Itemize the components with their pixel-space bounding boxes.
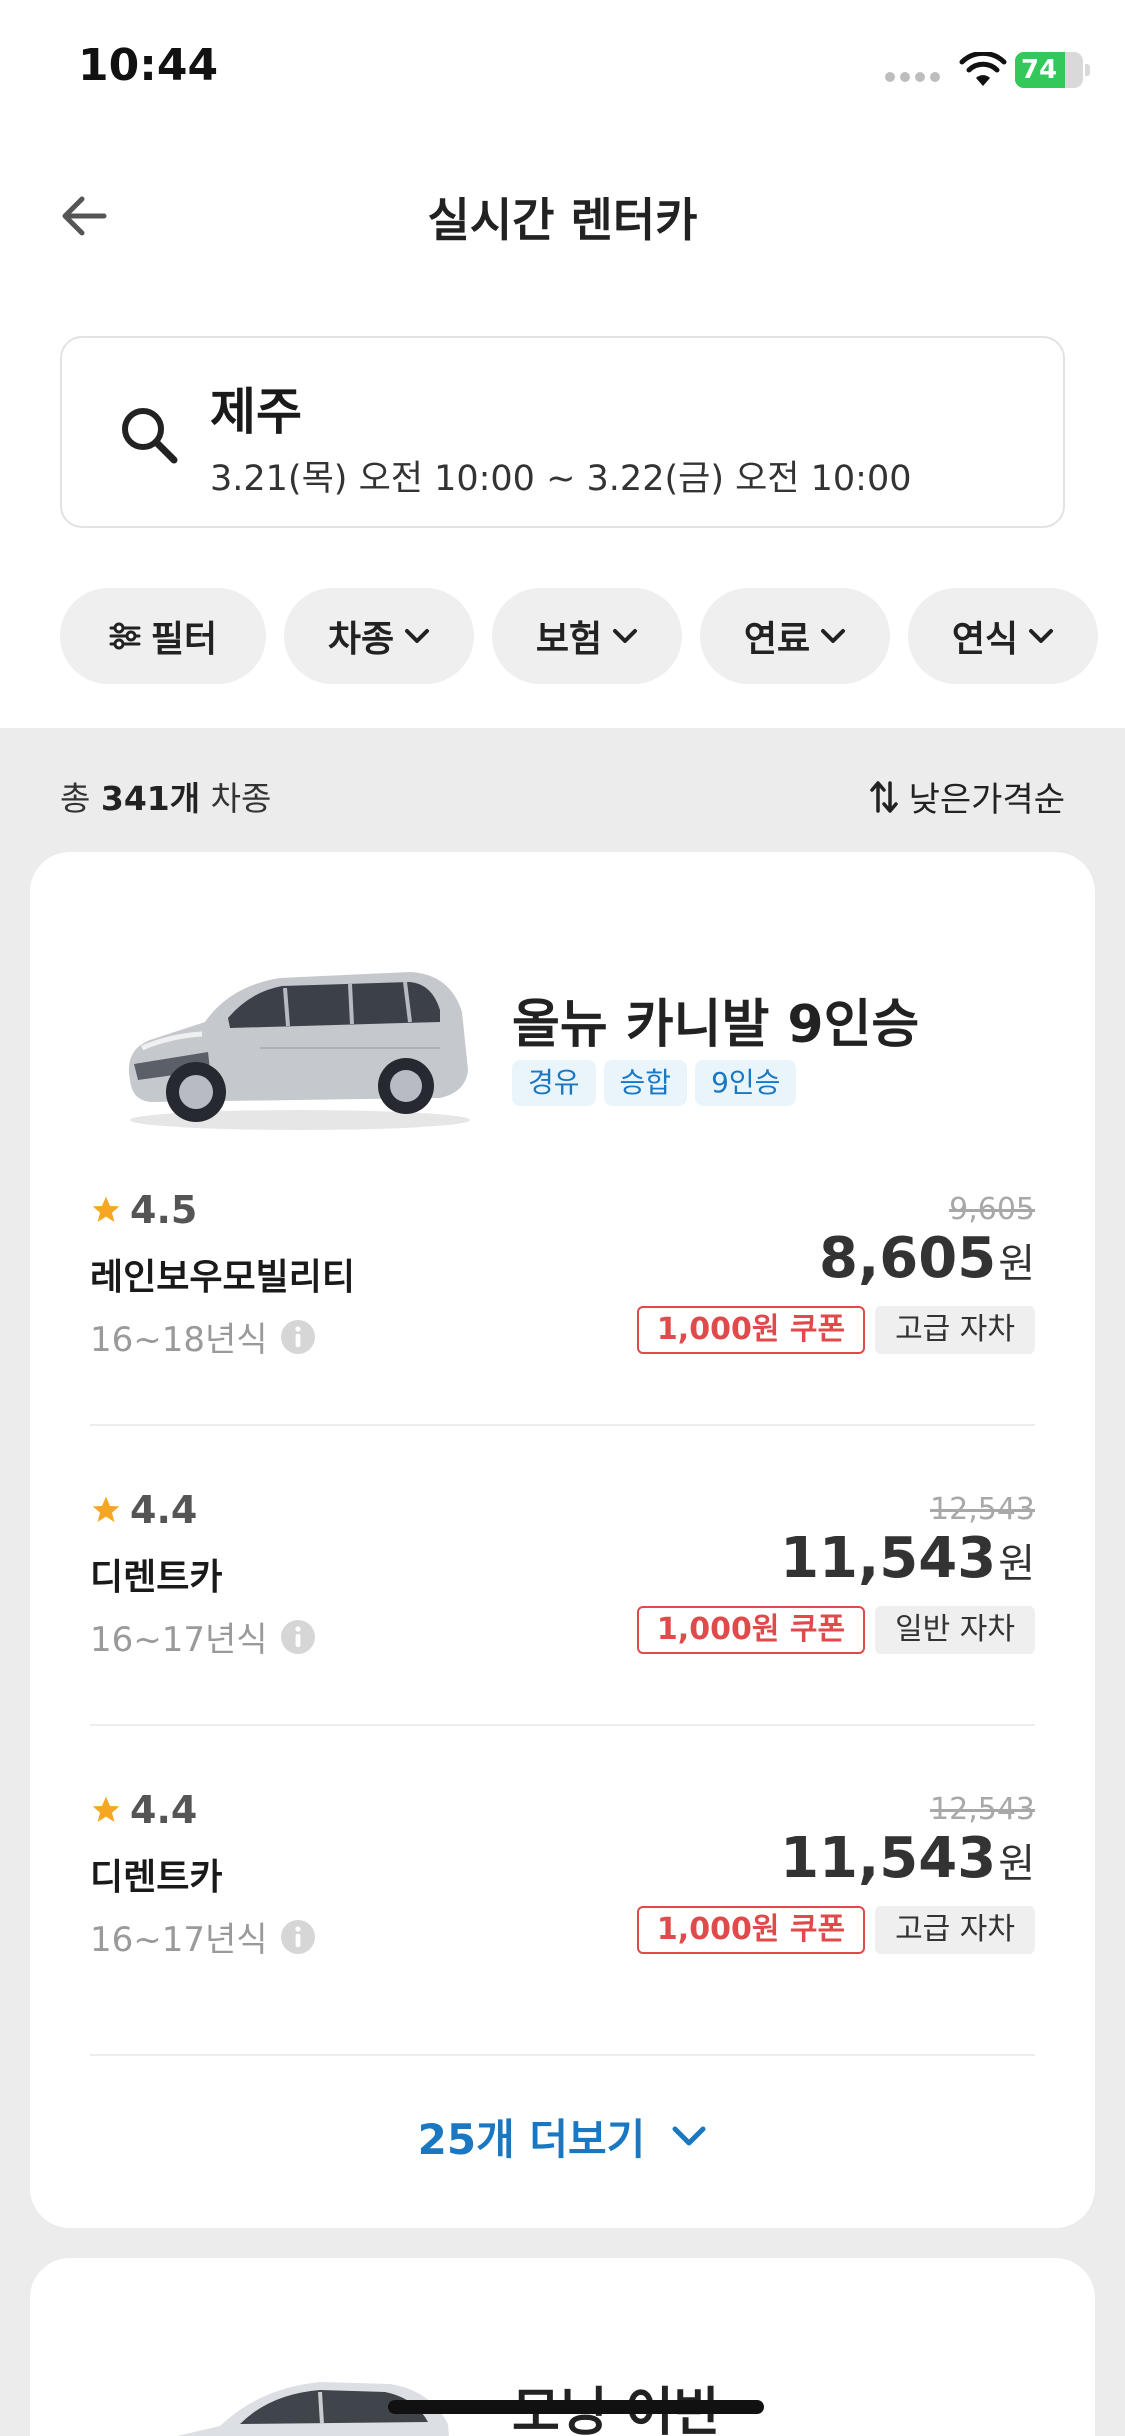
offer-badges: 1,000원 쿠폰 일반 자차 <box>636 1606 1035 1654</box>
chevron-down-icon <box>1029 629 1054 643</box>
filter-chip-label: 필터 <box>150 619 218 660</box>
insurance-grade-badge: 일반 자차 <box>875 1606 1035 1654</box>
car-tags: 경유 승합 9인승 <box>512 1060 797 1106</box>
offer-badges: 1,000원 쿠폰 고급 자차 <box>636 1906 1035 1954</box>
rental-offer[interactable]: 4.4 디렌트카 16~17년식 12,543 11,543 원 1,000원 쿠… <box>90 1788 1035 2088</box>
battery-level: 74 <box>1021 55 1058 85</box>
sort-toggle[interactable]: 낮은가격순 <box>869 772 1065 821</box>
info-icon[interactable] <box>280 1619 316 1655</box>
chevron-down-icon <box>405 629 430 643</box>
total-suffix: 차종 <box>200 779 272 818</box>
filter-chip-insurance[interactable]: 보험 <box>492 588 682 684</box>
coupon-badge: 1,000원 쿠폰 <box>636 1906 866 1954</box>
model-year-label: 16~17년식 <box>90 1920 268 1960</box>
chevron-down-icon <box>672 2126 706 2146</box>
price-unit: 원 <box>998 1241 1035 1287</box>
filter-chip-fuel[interactable]: 연료 <box>700 588 890 684</box>
car-tag: 경유 <box>512 1060 596 1106</box>
rating-value: 4.4 <box>130 1788 198 1832</box>
star-icon <box>92 1196 120 1222</box>
sliders-icon <box>109 622 141 650</box>
sort-label: 낮은가격순 <box>908 780 1065 820</box>
divider <box>90 1424 1035 1426</box>
divider <box>90 2054 1035 2056</box>
filter-chip-model-year[interactable]: 연식 <box>908 588 1098 684</box>
price: 11,543 원 <box>780 1826 1035 1891</box>
sort-arrows-icon <box>869 780 898 813</box>
car-tag: 9인승 <box>695 1060 797 1106</box>
info-icon[interactable] <box>280 1919 316 1955</box>
car-name: 올뉴 카니발 9인승 <box>512 995 920 1055</box>
model-year-label: 16~18년식 <box>90 1320 268 1360</box>
rental-offer[interactable]: 4.4 디렌트카 16~17년식 12,543 11,543 원 1,000원 쿠… <box>90 1488 1035 1788</box>
search-box[interactable]: 제주 3.21(목) 오전 10:00 ~ 3.22(금) 오전 10:00 <box>60 336 1065 528</box>
home-indicator[interactable] <box>388 2400 764 2414</box>
car-card: 올뉴 카니발 9인승 경유 승합 9인승 4.5 레인보우모빌리티 16~18년… <box>30 852 1095 2228</box>
original-price: 9,605 <box>949 1192 1035 1227</box>
original-price: 12,543 <box>930 1492 1035 1527</box>
page-title: 실시간 렌터카 <box>427 193 698 247</box>
status-indicators: 74 <box>865 48 1125 92</box>
rental-company: 디렌트카 <box>90 1857 223 1898</box>
filter-chip-filter[interactable]: 필터 <box>60 588 266 684</box>
divider <box>90 1724 1035 1726</box>
insurance-grade-badge: 고급 자차 <box>875 1906 1035 1954</box>
price-value: 8,605 <box>819 1226 997 1291</box>
rating: 4.4 <box>90 1488 197 1532</box>
rating-value: 4.4 <box>130 1488 198 1532</box>
car-tag: 승합 <box>603 1060 688 1106</box>
total-count: 총 341개 차종 <box>60 772 271 820</box>
cellular-signal-icon <box>885 72 941 84</box>
total-prefix: 총 <box>60 779 101 818</box>
filter-chip-label: 보험 <box>535 619 603 660</box>
model-year: 16~17년식 <box>90 1912 316 1961</box>
rating: 4.4 <box>90 1788 197 1832</box>
coupon-badge: 1,000원 쿠폰 <box>636 1306 866 1354</box>
filter-chip-car-type[interactable]: 차종 <box>284 588 474 684</box>
rating-value: 4.5 <box>130 1188 198 1232</box>
rental-company: 디렌트카 <box>90 1557 223 1598</box>
price-unit: 원 <box>998 1541 1035 1587</box>
price-value: 11,543 <box>780 1526 997 1591</box>
search-location: 제주 <box>210 383 302 441</box>
filter-chip-label: 차종 <box>327 619 395 660</box>
star-icon <box>92 1496 120 1522</box>
total-count-value: 341개 <box>100 779 201 818</box>
model-year: 16~18년식 <box>90 1312 316 1361</box>
price-value: 11,543 <box>780 1826 997 1891</box>
search-icon <box>122 408 178 464</box>
chevron-down-icon <box>821 629 846 643</box>
filter-chip-label: 연식 <box>951 619 1019 660</box>
coupon-badge: 1,000원 쿠폰 <box>636 1606 866 1654</box>
star-icon <box>92 1796 120 1822</box>
model-year: 16~17년식 <box>90 1612 316 1661</box>
chevron-down-icon <box>613 629 638 643</box>
price: 8,605 원 <box>819 1226 1035 1291</box>
show-more-label: 25개 더보기 <box>417 2114 646 2164</box>
info-icon[interactable] <box>280 1319 316 1355</box>
wifi-icon <box>959 52 1007 86</box>
show-more-button[interactable]: 25개 더보기 <box>30 2096 1095 2176</box>
search-dates: 3.21(목) 오전 10:00 ~ 3.22(금) 오전 10:00 <box>210 459 912 499</box>
offer-badges: 1,000원 쿠폰 고급 자차 <box>636 1306 1035 1354</box>
car-image <box>128 972 470 1130</box>
model-year-label: 16~17년식 <box>90 1620 268 1660</box>
price-unit: 원 <box>998 1841 1035 1887</box>
rental-offer[interactable]: 4.5 레인보우모빌리티 16~18년식 9,605 8,605 원 1,000원… <box>90 1188 1035 1488</box>
original-price: 12,543 <box>930 1792 1035 1827</box>
status-time: 10:44 <box>78 40 219 91</box>
rental-company: 레인보우모빌리티 <box>90 1257 355 1298</box>
filter-chip-label: 연료 <box>743 619 811 660</box>
battery-icon: 74 <box>1015 52 1091 88</box>
insurance-grade-badge: 고급 자차 <box>875 1306 1035 1354</box>
price: 11,543 원 <box>780 1526 1035 1591</box>
rating: 4.5 <box>90 1188 197 1232</box>
